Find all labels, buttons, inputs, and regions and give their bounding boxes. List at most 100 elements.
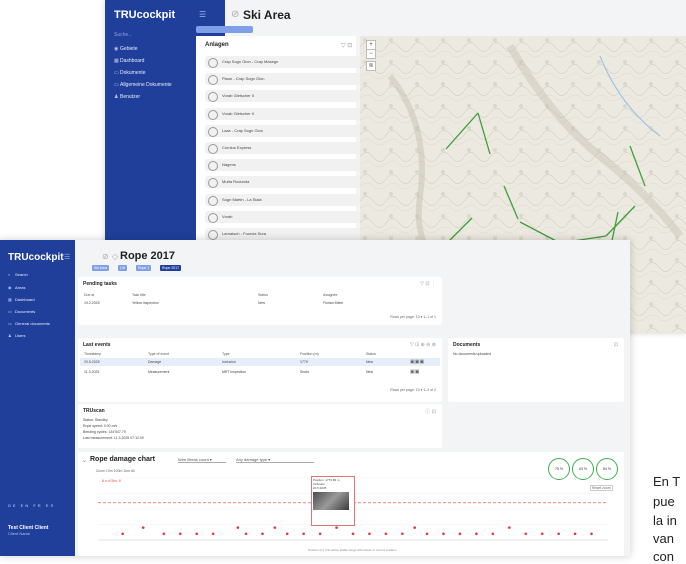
damage-point[interactable] xyxy=(413,526,416,529)
chart-filter-select[interactable]: Wire Break count ▾ xyxy=(178,457,226,463)
collapse-icon[interactable]: ⌄ xyxy=(82,457,87,464)
damage-point[interactable] xyxy=(261,532,264,536)
damage-point[interactable] xyxy=(573,532,577,536)
breadcrumb-item[interactable]: Lift xyxy=(118,265,127,271)
event-status: New xyxy=(366,370,374,374)
truscan-last: Last measurement: 11.3.2025 07:12:00 xyxy=(83,436,144,440)
damage-point[interactable] xyxy=(302,532,305,536)
damage-point[interactable] xyxy=(195,532,199,536)
truscan-status: Status: Standby xyxy=(83,418,108,422)
task-title[interactable]: Yellow inspection xyxy=(132,301,159,305)
search-input[interactable]: Suche... xyxy=(114,32,132,38)
zoom-out-button[interactable]: − xyxy=(366,49,376,59)
task-due: 19.2.2025 xyxy=(84,301,100,305)
document-icon: ▭ xyxy=(8,309,12,314)
damage-point[interactable] xyxy=(236,526,240,529)
user-icon: ♟ xyxy=(8,333,12,338)
damage-point[interactable] xyxy=(162,532,166,536)
breadcrumb-item[interactable] xyxy=(225,26,253,33)
damage-point[interactable] xyxy=(273,526,277,529)
damage-point[interactable] xyxy=(244,532,248,536)
column-header[interactable]: Due at xyxy=(84,293,94,297)
back-arrow-icon[interactable]: ⊘ xyxy=(231,9,239,20)
damage-photo[interactable] xyxy=(313,492,349,510)
damage-point[interactable] xyxy=(121,532,124,536)
breadcrumb-item[interactable]: Rope 1 xyxy=(136,265,152,271)
damage-point[interactable] xyxy=(540,532,544,536)
lift-icon xyxy=(208,161,218,172)
lift-icon xyxy=(208,144,218,154)
damage-type-select[interactable]: Any damage type ▾ xyxy=(236,457,314,463)
damage-point[interactable] xyxy=(384,532,388,536)
damage-point[interactable] xyxy=(590,532,593,536)
toolbar-icons[interactable]: ▽ ⊡ ⊕ ⊖ ⊗ xyxy=(410,342,436,348)
filter-icon[interactable]: ▽ ⊡ xyxy=(341,42,352,49)
menu-icon[interactable]: ☰ xyxy=(64,253,70,261)
damage-point[interactable] xyxy=(425,532,429,536)
sidebar-item-dashboard[interactable]: ▦Dashboard xyxy=(114,58,144,64)
overlay-text-line: la in xyxy=(653,513,677,528)
user-profile[interactable]: Test Client Client Client Name xyxy=(8,525,48,536)
overlay-text-line: pue xyxy=(653,494,675,509)
truscan-card: TRUscan ⓘ ⊡ Status: Standby Rope speed: … xyxy=(78,404,442,448)
damage-point[interactable] xyxy=(211,532,215,536)
damage-point[interactable] xyxy=(491,532,495,536)
damage-point[interactable] xyxy=(368,532,371,536)
menu-icon[interactable]: ☰ xyxy=(199,10,206,19)
column-header[interactable]: Type xyxy=(222,352,230,356)
event-position: Shots xyxy=(300,370,309,374)
chart-title: Rope damage chart xyxy=(90,456,155,463)
column-header[interactable]: Status xyxy=(366,352,376,356)
breadcrumb-item[interactable] xyxy=(196,26,228,33)
info-icon[interactable]: ⓘ ⊡ xyxy=(425,408,436,415)
column-header[interactable]: Task title xyxy=(132,293,146,297)
damage-point[interactable] xyxy=(524,532,528,536)
lift-icon xyxy=(208,75,218,86)
sidebar-item-benutzer[interactable]: ♟ Benutzer xyxy=(114,94,140,100)
sidebar-item-areas[interactable]: ◉ Areas xyxy=(8,285,25,290)
back-arrow-icon[interactable]: ⊘ xyxy=(102,252,109,261)
damage-point[interactable] xyxy=(442,532,445,536)
language-switcher[interactable]: DE EN FR ES xyxy=(8,503,55,508)
damage-point[interactable] xyxy=(141,526,145,529)
sidebar-item-general-documents[interactable]: ▭ General documents xyxy=(8,321,50,326)
layers-icon[interactable]: ≋ xyxy=(366,61,376,71)
column-header[interactable]: Assignee xyxy=(323,293,337,297)
row-action-icons[interactable]: ▣▣▣ xyxy=(410,359,424,365)
column-header[interactable]: Status xyxy=(258,293,268,297)
damage-point[interactable] xyxy=(507,526,511,529)
sidebar-item-documents[interactable]: ▭ Documents xyxy=(8,309,35,314)
event-kind: Measurement xyxy=(148,370,170,374)
damage-point[interactable] xyxy=(178,532,182,536)
column-header[interactable]: Position (m) xyxy=(300,352,319,356)
damage-point[interactable] xyxy=(557,532,560,536)
pending-tasks-card: Pending tasks ▽ ⊡ ⋮ Due at Task title St… xyxy=(78,277,442,325)
sidebar-item-gebiete[interactable]: ◉ Gebiete xyxy=(114,46,138,52)
row-action-icons[interactable]: ▣▣ xyxy=(410,369,419,375)
zoom-buttons[interactable]: Zoom 10m 100m 1km All xyxy=(96,469,135,473)
overlay-text-line: van xyxy=(653,531,674,546)
lift-icon xyxy=(208,195,218,206)
damage-point[interactable] xyxy=(335,526,338,529)
pagination[interactable]: Rows per page: 10 ▾ 1–1 of 1 xyxy=(390,315,436,319)
column-header[interactable]: Timestamp xyxy=(84,352,101,356)
sidebar-item-dashboard[interactable]: ▦Dashboard xyxy=(8,297,35,302)
sidebar-item-dokumente[interactable]: ▭Dokumente xyxy=(114,70,146,76)
damage-point[interactable] xyxy=(475,532,478,536)
damage-point[interactable] xyxy=(318,532,322,536)
damage-point[interactable] xyxy=(351,532,355,536)
column-header[interactable]: Type of event xyxy=(148,352,169,356)
filter-icon[interactable]: ▽ ⊡ ⋮ xyxy=(420,281,436,287)
damage-point[interactable] xyxy=(458,532,462,536)
rope-window: TRUcockpit ☰ ⌕ Search ◉ Areas ▦ Dashboard ▭… xyxy=(0,240,630,556)
lift-name: Vorab Gletscher II xyxy=(222,93,255,99)
damage-point[interactable] xyxy=(401,532,404,536)
sidebar-item-users[interactable]: ♟ Users xyxy=(8,333,25,338)
pagination[interactable]: Rows per page: 10 ▾ 1–2 of 2 xyxy=(390,388,436,392)
breadcrumb-item[interactable]: Ski Area xyxy=(92,265,110,271)
upload-icon[interactable]: ⊡ xyxy=(614,342,618,348)
damage-point[interactable] xyxy=(285,532,289,536)
last-events-card: Last events ▽ ⊡ ⊕ ⊖ ⊗ Timestamp Type of … xyxy=(78,338,442,402)
sidebar-item-allgemeine-dokumente[interactable]: ▭Allgemeine Dokumente xyxy=(114,82,172,88)
search-input[interactable]: ⌕ Search xyxy=(8,272,28,277)
